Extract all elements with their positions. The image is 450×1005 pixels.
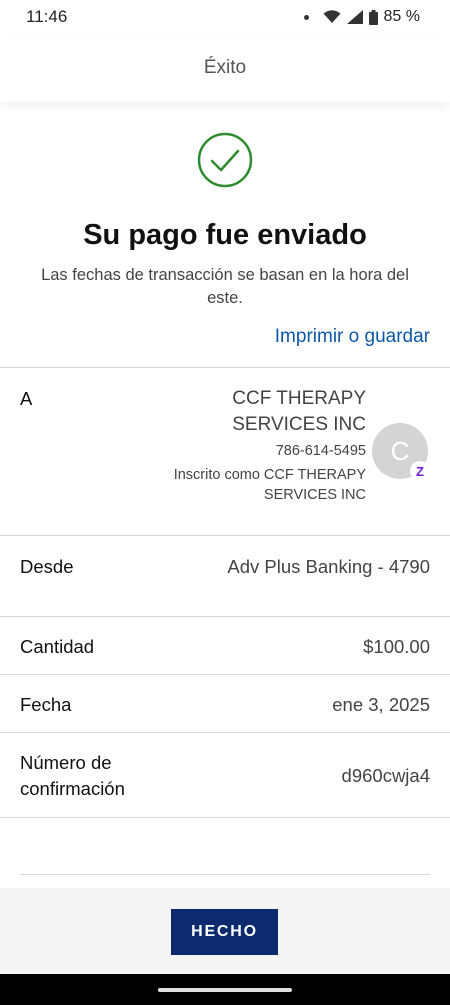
from-label: Desde [20, 556, 74, 577]
date-row: Fecha ene 3, 2025 [0, 683, 450, 727]
system-nav-bar [0, 974, 450, 1005]
recipient-info: CCF THERAPY SERVICES INC 786-614-5495 In… [166, 386, 366, 505]
recipient-label: A [20, 388, 33, 409]
zelle-badge-icon: Z [410, 461, 430, 481]
from-value: Adv Plus Banking - 4790 [227, 556, 430, 577]
recipient-enrolled-as: Inscrito como CCF THERAPY SERVICES INC [173, 467, 366, 503]
confirmation-value: d960cwja4 [341, 765, 430, 786]
recipient-phone: 786-614-5495 [275, 443, 366, 459]
print-or-save-link[interactable]: Imprimir o guardar [275, 326, 430, 348]
success-headline: Su pago fue enviado [83, 219, 367, 251]
battery-icon [368, 9, 378, 25]
done-button[interactable]: HECHO [171, 909, 278, 955]
battery-level: 85 % [383, 8, 420, 25]
avatar: C Z [372, 423, 430, 481]
status-icons: 85 % [303, 8, 420, 26]
divider [0, 674, 450, 675]
from-row: Desde Adv Plus Banking - 4790 [0, 545, 450, 589]
wifi-icon [323, 10, 341, 23]
divider [20, 874, 430, 875]
date-value: ene 3, 2025 [332, 694, 430, 715]
success-check-icon [197, 132, 253, 188]
date-label: Fecha [20, 694, 72, 715]
divider [0, 616, 450, 617]
footer: HECHO [0, 888, 450, 974]
amount-label: Cantidad [20, 636, 95, 657]
page-title: Éxito [203, 57, 247, 78]
recipient-name: CCF THERAPY SERVICES INC [232, 388, 366, 435]
notification-dot-icon [303, 14, 309, 20]
status-bar: 11:46 85 % [0, 0, 450, 34]
success-section: Su pago fue enviado Las fechas de transa… [0, 132, 450, 310]
home-gesture-handle[interactable] [158, 988, 292, 992]
signal-icon [346, 10, 363, 24]
divider [0, 535, 450, 536]
status-time: 11:46 [26, 7, 68, 26]
confirmation-label: Número de confirmación [20, 752, 125, 799]
confirmation-row: Número de confirmación d960cwja4 [0, 746, 450, 806]
divider [0, 732, 450, 733]
divider [0, 817, 450, 818]
amount-value: $100.00 [363, 636, 430, 657]
divider [0, 367, 450, 368]
avatar-initial: C [390, 435, 410, 466]
amount-row: Cantidad $100.00 [0, 625, 450, 669]
timezone-note: Las fechas de transacción se basan en la… [41, 266, 409, 307]
app-header: Éxito [0, 34, 450, 102]
